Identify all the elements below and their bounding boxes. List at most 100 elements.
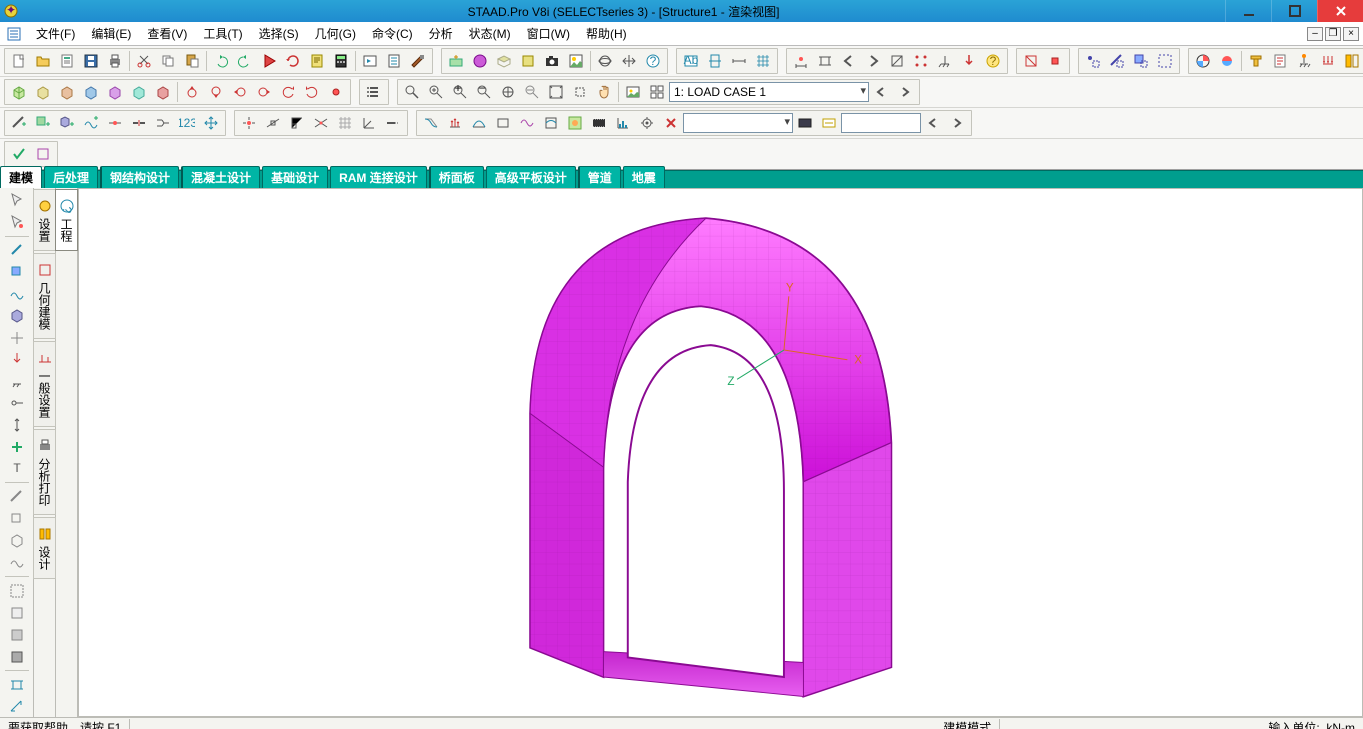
view-front-button[interactable] <box>886 50 908 72</box>
mode-design[interactable]: 设计 <box>33 517 56 579</box>
scale-button[interactable] <box>612 112 634 134</box>
insert-node-button[interactable] <box>104 112 126 134</box>
page-tab-steel[interactable]: 钢结构设计 <box>100 166 179 188</box>
add-solid-button[interactable] <box>56 112 78 134</box>
copy-button[interactable] <box>157 50 179 72</box>
iso2-button[interactable] <box>32 81 54 103</box>
meas-tool-a[interactable] <box>6 675 28 695</box>
geometry-cursor-tool[interactable] <box>6 328 28 348</box>
filter-next-button[interactable] <box>946 112 968 134</box>
select-beams-button[interactable] <box>1106 50 1128 72</box>
grid-button[interactable] <box>752 50 774 72</box>
background-button[interactable] <box>565 50 587 72</box>
view-picture-button[interactable] <box>622 81 644 103</box>
add-plate-button[interactable] <box>32 112 54 134</box>
rotate-down-button[interactable] <box>205 81 227 103</box>
support-add-button[interactable] <box>1293 50 1315 72</box>
iso4-button[interactable] <box>80 81 102 103</box>
run-analysis-button[interactable] <box>258 50 280 72</box>
menu-geometry[interactable]: 几何(G) <box>307 22 364 45</box>
solid-tool-2[interactable] <box>6 531 28 551</box>
select-nodes-button[interactable] <box>1082 50 1104 72</box>
new-button[interactable] <box>8 50 30 72</box>
beam-tool-2[interactable] <box>6 487 28 507</box>
dimension-button[interactable] <box>728 50 750 72</box>
prev-view-button[interactable] <box>838 50 860 72</box>
snapshot-button[interactable] <box>541 50 563 72</box>
sel-tool-c[interactable] <box>6 625 28 645</box>
animation-button[interactable] <box>588 112 610 134</box>
model-check-button[interactable] <box>8 143 30 165</box>
meas-tool-b[interactable] <box>6 697 28 717</box>
section-db-button[interactable] <box>1245 50 1267 72</box>
refresh-button[interactable] <box>282 50 304 72</box>
snap-axis-button[interactable] <box>358 112 380 134</box>
report-button[interactable] <box>56 50 78 72</box>
spin-ccw-button[interactable] <box>277 81 299 103</box>
menu-select[interactable]: 选择(S) <box>251 22 307 45</box>
view-list-button[interactable] <box>363 81 385 103</box>
iso6-button[interactable] <box>128 81 150 103</box>
spec-button[interactable] <box>1269 50 1291 72</box>
menu-analyze[interactable]: 分析 <box>421 22 461 45</box>
plate-tool-2[interactable] <box>6 509 28 529</box>
menu-file[interactable]: 文件(F) <box>28 22 83 45</box>
full-section-button[interactable] <box>517 50 539 72</box>
pan-button[interactable] <box>618 50 640 72</box>
reactions-button[interactable] <box>444 112 466 134</box>
load-case-combo[interactable]: 1: LOAD CASE 1 <box>669 82 869 102</box>
snap-perp-button[interactable] <box>286 112 308 134</box>
merge-button[interactable] <box>152 112 174 134</box>
rotate-left-button[interactable] <box>229 81 251 103</box>
page-tab-advslab[interactable]: 高级平板设计 <box>486 166 576 188</box>
zoom-extents-button[interactable] <box>425 81 447 103</box>
zoom-in-button[interactable]: + <box>449 81 471 103</box>
menu-edit[interactable]: 编辑(E) <box>83 22 139 45</box>
solid-cursor-tool[interactable] <box>6 306 28 326</box>
view-nodes-button[interactable] <box>910 50 932 72</box>
save-button[interactable] <box>80 50 102 72</box>
zoom-window-button[interactable] <box>401 81 423 103</box>
symbols-labels-button[interactable]: Ab <box>680 50 702 72</box>
color-material-button[interactable] <box>1216 50 1238 72</box>
mode-geometry[interactable]: 几何建模 <box>33 253 56 339</box>
zoom-selected-button[interactable] <box>569 81 591 103</box>
beam-dim-button[interactable] <box>814 50 836 72</box>
add-surface-button[interactable] <box>80 112 102 134</box>
iso-button[interactable] <box>8 81 30 103</box>
snap-mid-button[interactable] <box>262 112 284 134</box>
mode-setup[interactable]: 设置 <box>33 189 56 251</box>
menu-commands[interactable]: 命令(C) <box>364 22 421 45</box>
tools2-button[interactable] <box>32 143 54 165</box>
snap-int-button[interactable] <box>310 112 332 134</box>
result-settings-button[interactable] <box>636 112 658 134</box>
open-button[interactable] <box>32 50 54 72</box>
section-view-button[interactable] <box>493 50 515 72</box>
iso7-button[interactable] <box>152 81 174 103</box>
load-next-button[interactable] <box>894 81 916 103</box>
menu-help[interactable]: 帮助(H) <box>578 22 635 45</box>
mode-job[interactable]: ? 工程 <box>55 189 78 251</box>
run-macro-button[interactable] <box>359 50 381 72</box>
section-disp-button[interactable] <box>540 112 562 134</box>
page-tab-piping[interactable]: 管道 <box>578 166 621 188</box>
plate-cursor-tool[interactable] <box>6 262 28 282</box>
mode-general[interactable]: 一般设置 <box>33 341 56 427</box>
menu-tools[interactable]: 工具(T) <box>195 22 250 45</box>
mode-shape-button[interactable] <box>516 112 538 134</box>
split-beam-button[interactable] <box>128 112 150 134</box>
dimension-tool[interactable] <box>6 415 28 435</box>
orbit-button[interactable] <box>594 50 616 72</box>
cut-section-button[interactable] <box>1020 50 1042 72</box>
page-tab-ram[interactable]: RAM 连接设计 <box>330 166 427 188</box>
editor-button[interactable] <box>306 50 328 72</box>
spin-cw-button[interactable] <box>301 81 323 103</box>
load-prev-button[interactable] <box>870 81 892 103</box>
menu-mode[interactable]: 状态(M) <box>461 22 519 45</box>
menu-window[interactable]: 窗口(W) <box>519 22 578 45</box>
beam-forces-button[interactable] <box>468 112 490 134</box>
renumber-button[interactable]: 123 <box>176 112 198 134</box>
surface-tool-2[interactable] <box>6 553 28 573</box>
node-select-button[interactable] <box>325 81 347 103</box>
page-tab-bridge[interactable]: 桥面板 <box>429 166 484 188</box>
